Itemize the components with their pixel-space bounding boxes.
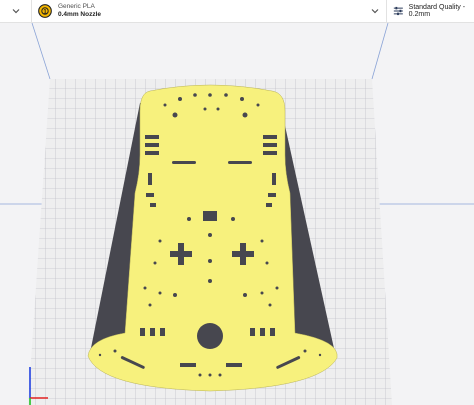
material-name: Generic PLA <box>58 3 95 10</box>
printer-dropdown[interactable] <box>0 0 32 22</box>
chevron-down-icon <box>12 9 19 14</box>
nozzle-size: 0.4mm Nozzle <box>58 11 101 18</box>
material-selector[interactable]: 1 Generic PLA 0.4mm Nozzle <box>32 0 387 22</box>
quality-label: Standard Quality - 0.2mm <box>408 4 466 18</box>
settings-sliders-icon <box>393 6 403 16</box>
spool-icon: 1 <box>38 4 52 18</box>
chevron-down-icon <box>371 9 379 14</box>
print-settings-selector[interactable]: Standard Quality - 0.2mm <box>387 0 474 22</box>
3d-viewport[interactable] <box>0 23 474 405</box>
top-toolbar: 1 Generic PLA 0.4mm Nozzle Standard Qual… <box>0 0 474 23</box>
